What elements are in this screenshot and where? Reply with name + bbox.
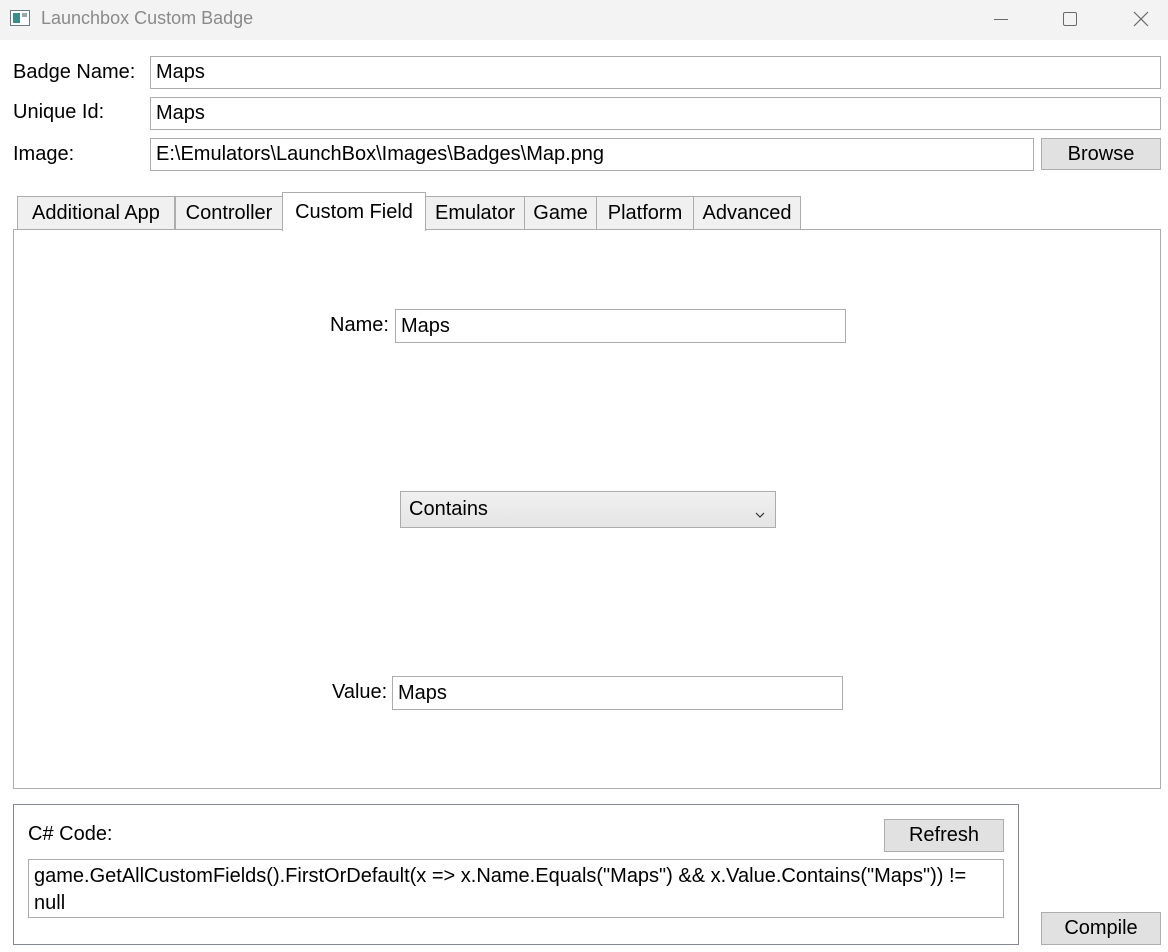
- window-title: Launchbox Custom Badge: [41, 8, 254, 28]
- chevron-down-icon: [755, 502, 765, 525]
- minimize-icon[interactable]: [978, 0, 1024, 38]
- refresh-button[interactable]: Refresh: [884, 819, 1004, 852]
- image-label: Image:: [13, 143, 75, 165]
- code-output[interactable]: game.GetAllCustomFields().FirstOrDefault…: [28, 859, 1004, 918]
- custom-field-panel: Name: Maps Contains Value: Maps: [13, 229, 1161, 789]
- compile-button[interactable]: Compile: [1041, 912, 1161, 945]
- code-group: C# Code: Refresh game.GetAllCustomFields…: [13, 804, 1019, 945]
- code-label: C# Code:: [28, 823, 113, 845]
- badge-name-input[interactable]: Maps: [150, 56, 1161, 89]
- field-name-input[interactable]: Maps: [395, 309, 846, 343]
- field-name-label: Name:: [330, 314, 389, 336]
- title-bar: Launchbox Custom Badge: [0, 0, 1168, 40]
- field-value-input[interactable]: Maps: [392, 676, 843, 710]
- tab-emulator[interactable]: Emulator: [425, 196, 525, 230]
- badge-name-label: Badge Name:: [13, 61, 136, 83]
- browse-button[interactable]: Browse: [1041, 138, 1161, 170]
- unique-id-input[interactable]: Maps: [150, 97, 1161, 130]
- app-window-icon: [10, 10, 30, 26]
- tab-custom-field[interactable]: Custom Field: [282, 192, 426, 231]
- tab-game[interactable]: Game: [524, 196, 597, 230]
- tab-platform[interactable]: Platform: [596, 196, 694, 230]
- field-value-label: Value:: [332, 681, 388, 703]
- tab-controller[interactable]: Controller: [175, 196, 283, 230]
- operator-dropdown[interactable]: Contains: [400, 491, 776, 528]
- tab-advanced[interactable]: Advanced: [693, 196, 801, 230]
- unique-id-label: Unique Id:: [13, 101, 105, 123]
- close-icon[interactable]: [1118, 0, 1164, 38]
- operator-selected-value: Contains: [409, 498, 488, 520]
- maximize-icon[interactable]: [1047, 0, 1093, 38]
- tab-additional-app[interactable]: Additional App: [17, 196, 175, 230]
- image-path-input[interactable]: E:\Emulators\LaunchBox\Images\Badges\Map…: [150, 138, 1034, 171]
